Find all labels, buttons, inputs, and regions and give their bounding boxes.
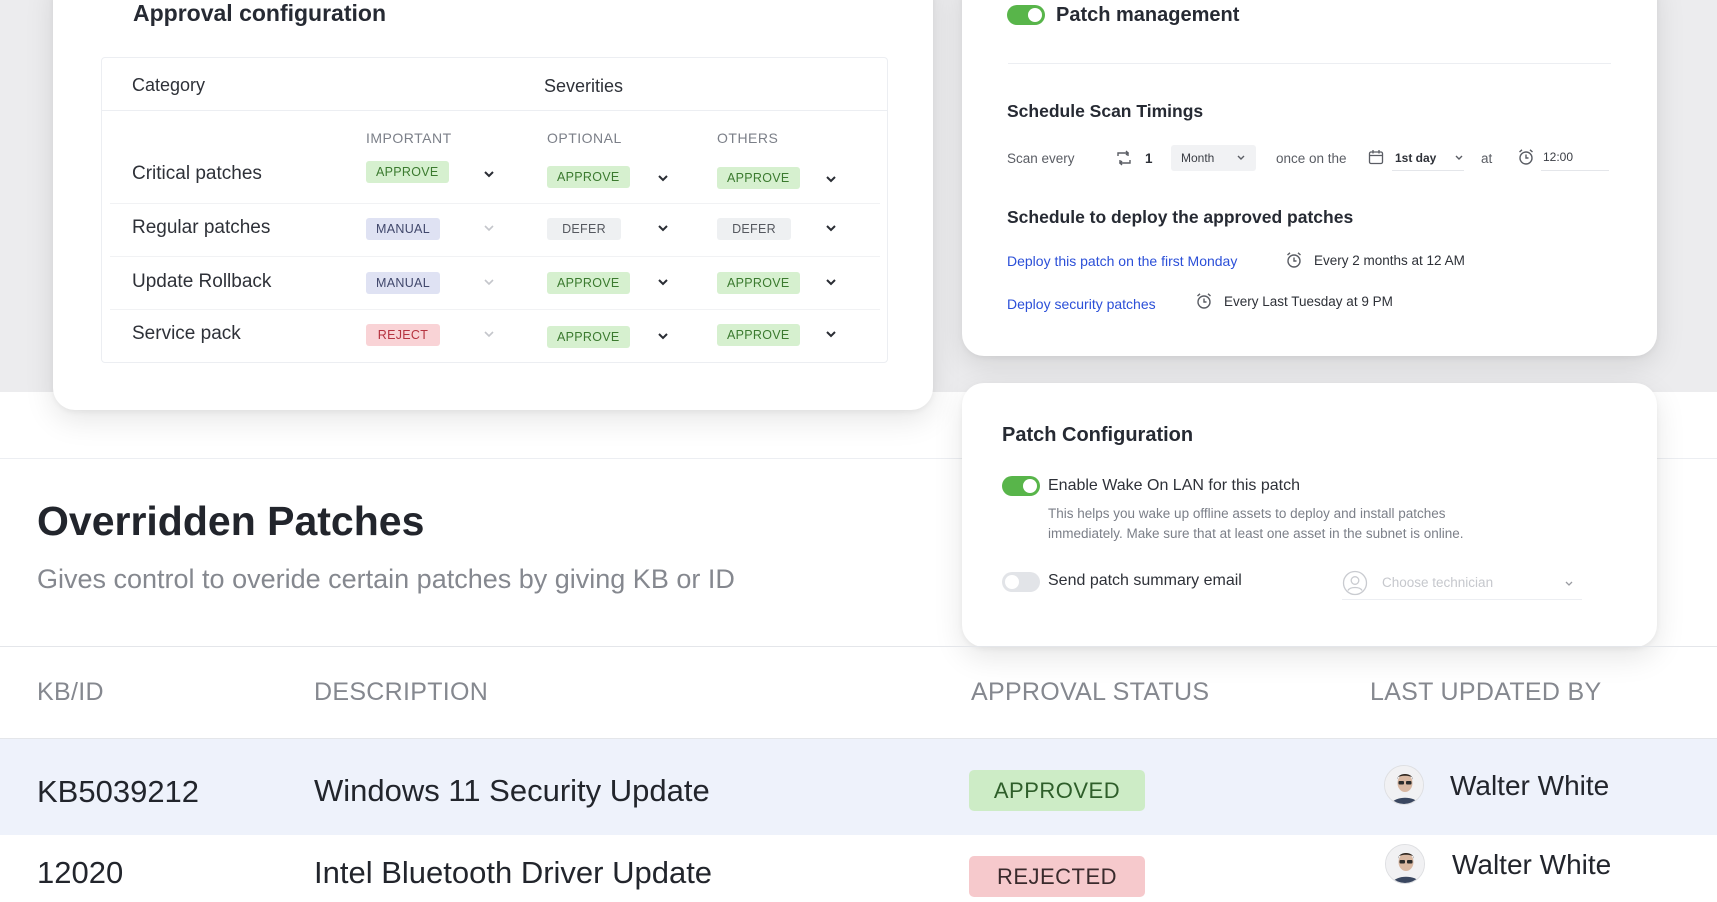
alarm-clock-icon [1287, 252, 1301, 268]
row-description: Windows 11 Security Update [314, 773, 710, 808]
technician-select[interactable]: Choose technician [1342, 566, 1582, 600]
chevron-down-icon[interactable] [482, 167, 496, 181]
approval-configuration-card: Approval configuration Category Severiti… [53, 0, 933, 410]
user-icon [1342, 570, 1368, 596]
help-line: This helps you wake up offline assets to… [1048, 506, 1446, 521]
severity-header-others: OTHERS [717, 130, 779, 146]
approval-table: Category Severities IMPORTANT OPTIONAL O… [101, 57, 888, 363]
wake-on-lan-label: Enable Wake On LAN for this patch [1048, 477, 1300, 494]
alarm-clock-icon [1519, 149, 1533, 165]
user-avatar-icon [1385, 766, 1423, 804]
chevron-down-icon [1455, 155, 1463, 160]
row-divider [110, 203, 880, 204]
summary-email-toggle[interactable] [1002, 572, 1040, 592]
deploy-rule-schedule: Every 2 months at 12 AM [1314, 253, 1465, 268]
header-divider [102, 110, 887, 111]
severity-select-important[interactable]: MANUAL [366, 272, 440, 294]
avatar [1384, 765, 1424, 805]
section-divider [1008, 63, 1611, 64]
severity-header-important: IMPORTANT [366, 130, 452, 146]
category-critical-patches: Critical patches [132, 163, 262, 184]
row-kb-id: 12020 [37, 855, 124, 890]
severity-select-others[interactable]: APPROVE [717, 167, 800, 189]
row-updated-by: Walter White [1452, 849, 1612, 880]
category-header: Category [132, 75, 206, 95]
severity-select-others[interactable]: APPROVE [717, 324, 800, 346]
severities-header: Severities [544, 76, 624, 96]
row-description: Intel Bluetooth Driver Update [314, 855, 713, 890]
deploy-rule-link[interactable]: Deploy security patches [1007, 296, 1156, 312]
chevron-down-icon[interactable] [656, 275, 670, 289]
chevron-down-icon[interactable] [482, 275, 496, 289]
help-line: immediately. Make sure that at least one… [1048, 526, 1464, 541]
severity-select-important[interactable]: REJECT [366, 324, 440, 346]
overridden-patches-title: Overridden Patches [37, 498, 425, 544]
chevron-down-icon[interactable] [824, 275, 838, 289]
user-avatar-icon [1386, 845, 1424, 883]
row-divider [110, 256, 880, 257]
wake-on-lan-help: This helps you wake up offline assets to… [1048, 504, 1548, 544]
scan-time-input[interactable]: 12:00 [1541, 145, 1609, 171]
category-update-rollback: Update Rollback [132, 271, 272, 292]
technician-placeholder: Choose technician [1382, 575, 1494, 590]
chevron-down-icon [1565, 581, 1573, 586]
summary-email-label: Send patch summary email [1048, 572, 1242, 589]
deploy-schedule-title: Schedule to deploy the approved patches [1007, 207, 1354, 227]
deploy-rule-schedule: Every Last Tuesday at 9 PM [1224, 294, 1393, 309]
column-header-description: DESCRIPTION [314, 678, 489, 706]
chevron-down-icon [1237, 155, 1245, 160]
scan-every-label: Scan every [1007, 151, 1075, 166]
chevron-down-icon[interactable] [824, 221, 838, 235]
severity-select-optional[interactable]: APPROVE [547, 272, 630, 294]
column-header-approval-status: APPROVAL STATUS [971, 678, 1210, 706]
chevron-down-icon[interactable] [482, 221, 496, 235]
scan-day-value: 1st day [1395, 151, 1437, 165]
calendar-icon [1368, 150, 1384, 165]
column-header-kb-id: KB/ID [37, 678, 104, 706]
chevron-down-icon[interactable] [824, 327, 838, 341]
severity-select-optional[interactable]: DEFER [547, 218, 621, 240]
scan-timings-title: Schedule Scan Timings [1007, 101, 1204, 121]
avatar [1385, 844, 1425, 884]
overridden-patches-subtitle: Gives control to overide certain patches… [37, 564, 735, 594]
approval-title: Approval configuration [133, 0, 386, 26]
category-regular-patches: Regular patches [132, 217, 271, 238]
at-label: at [1481, 151, 1493, 166]
patch-management-toggle[interactable] [1007, 5, 1045, 25]
patch-management-label: Patch management [1056, 4, 1240, 26]
scan-unit-select[interactable]: Month [1171, 145, 1256, 171]
patch-configuration-title: Patch Configuration [1002, 424, 1194, 446]
severity-select-important[interactable]: MANUAL [366, 218, 440, 240]
wake-on-lan-toggle[interactable] [1002, 476, 1040, 496]
row-updated-by: Walter White [1450, 770, 1610, 801]
severity-select-others[interactable]: APPROVE [717, 272, 800, 294]
chevron-down-icon[interactable] [656, 221, 670, 235]
scan-day-select[interactable]: 1st day [1392, 145, 1464, 171]
once-on-label: once on the [1276, 151, 1347, 166]
row-divider [110, 309, 880, 310]
severity-select-others[interactable]: DEFER [717, 218, 791, 240]
chevron-down-icon[interactable] [656, 171, 670, 185]
chevron-down-icon[interactable] [656, 329, 670, 343]
severity-header-optional: OPTIONAL [547, 130, 622, 146]
row-kb-id: KB5039212 [37, 774, 200, 809]
severity-select-optional[interactable]: APPROVE [547, 326, 630, 348]
table-divider [0, 646, 1717, 647]
deploy-rule-link[interactable]: Deploy this patch on the first Monday [1007, 253, 1237, 269]
repeat-icon [1117, 150, 1131, 166]
status-badge: APPROVED [969, 770, 1145, 811]
scan-unit-value: Month [1181, 151, 1215, 165]
scan-interval-input[interactable]: 1 [1145, 151, 1153, 166]
alarm-clock-icon [1197, 293, 1211, 309]
severity-select-optional[interactable]: APPROVE [547, 166, 630, 188]
chevron-down-icon[interactable] [824, 172, 838, 186]
category-service-pack: Service pack [132, 323, 241, 344]
scan-time-value: 12:00 [1543, 150, 1574, 164]
severity-select-important[interactable]: APPROVE [366, 161, 449, 183]
status-badge: REJECTED [969, 856, 1145, 897]
column-header-last-updated-by: LAST UPDATED BY [1370, 678, 1602, 706]
chevron-down-icon[interactable] [482, 327, 496, 341]
